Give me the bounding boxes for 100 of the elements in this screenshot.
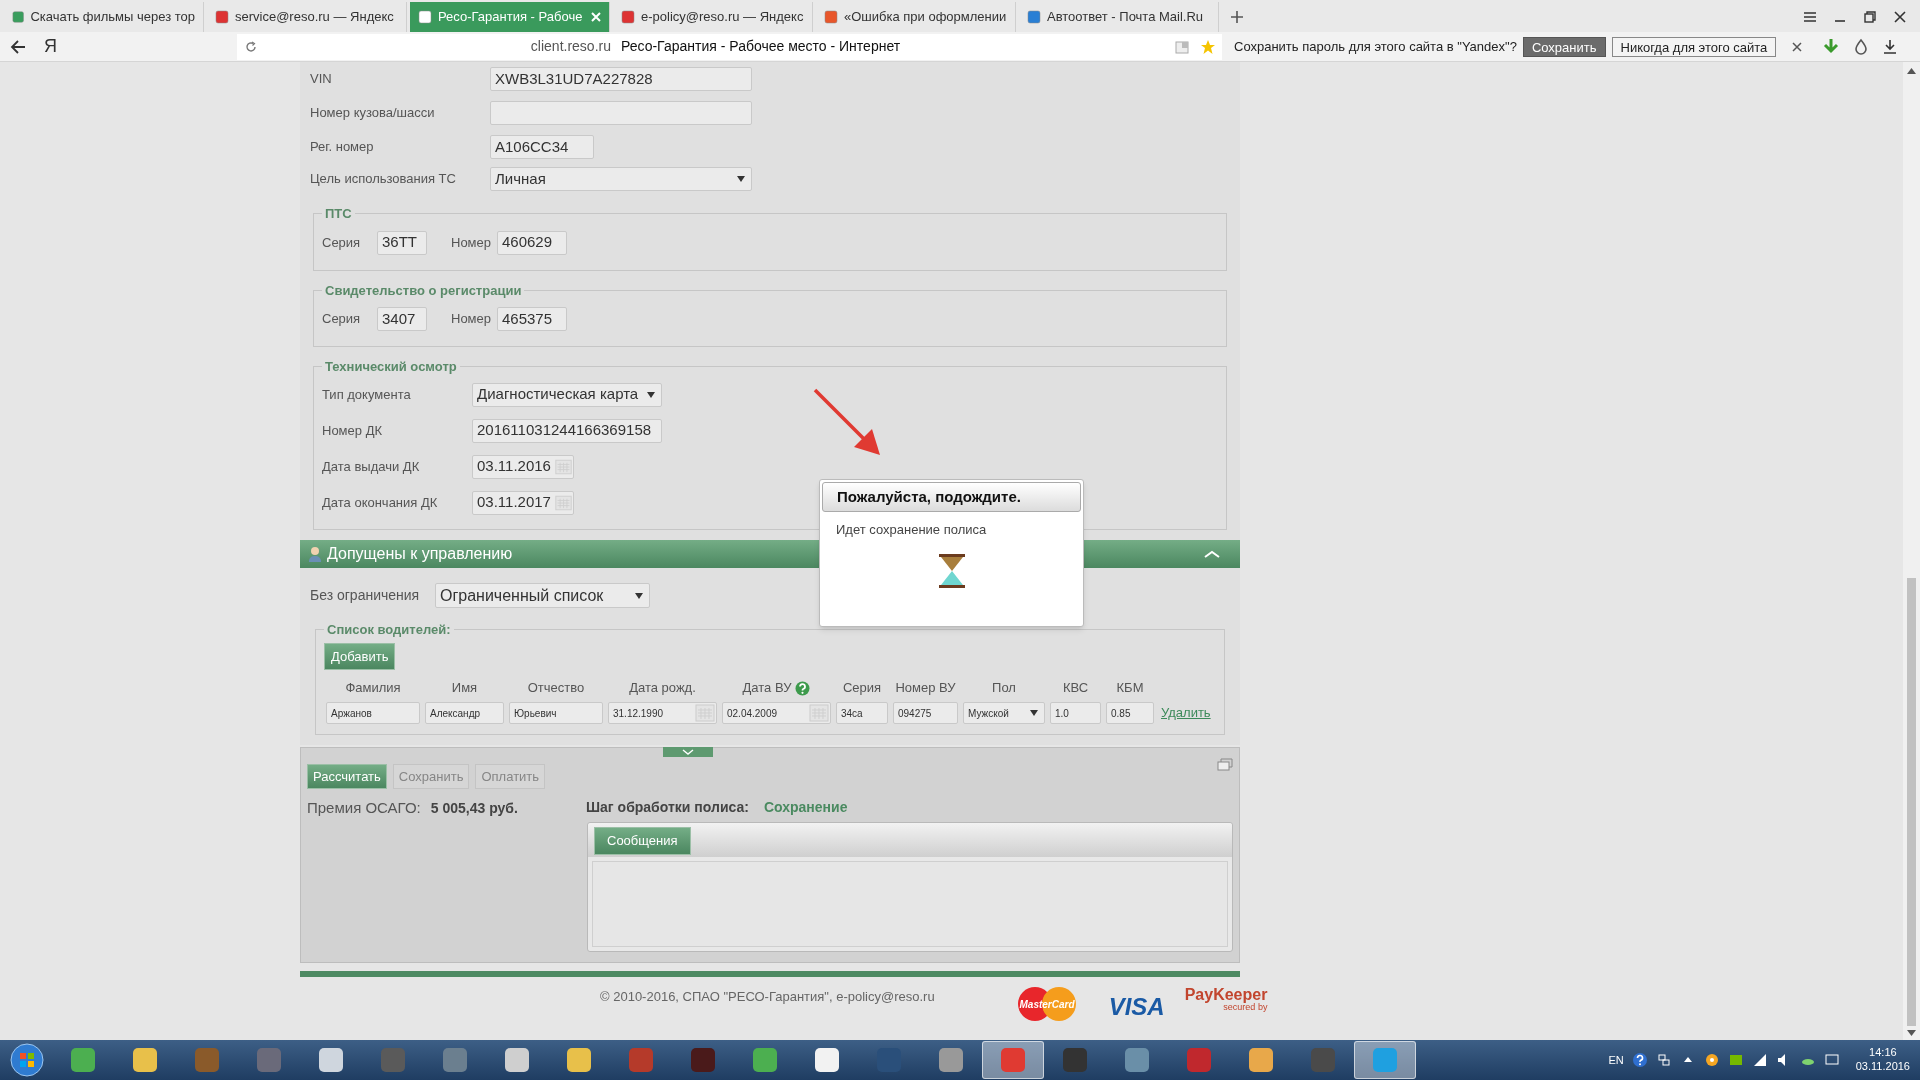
field-label: Цель использования ТС: [310, 170, 457, 189]
input-field[interactable]: [490, 101, 752, 125]
input-field[interactable]: 201611031244166369158: [472, 418, 662, 443]
input-field[interactable]: 1.0: [1050, 702, 1101, 724]
field-label: Рег. номер: [310, 138, 375, 157]
dropdown[interactable]: Личная: [490, 167, 752, 191]
app-icon: [813, 1046, 841, 1074]
password-prompt-text: Сохранить пароль для этого сайта в "Yandex"?: [1234, 37, 1517, 56]
back-icon[interactable]: [10, 39, 26, 54]
save-password-button[interactable]: Сохранить: [1522, 36, 1606, 57]
date-field[interactable]: 31.12.1990: [608, 702, 717, 724]
browser-tab[interactable]: Ресо-Гарантия - Рабоче: [410, 2, 610, 32]
date-field[interactable]: 03.11.2016: [472, 454, 574, 479]
app-icon: [937, 1046, 965, 1074]
column-header: Серия: [842, 679, 882, 698]
scroll-up-icon[interactable]: [1907, 68, 1916, 74]
dialog-title: Пожалуйста, подождите.: [822, 482, 1081, 512]
scroll-down-icon[interactable]: [1907, 1030, 1916, 1036]
collapse-tab[interactable]: [663, 747, 713, 757]
section-legend: Список водителей:: [324, 619, 454, 639]
restore-icon[interactable]: [1862, 9, 1878, 25]
graphics-icon[interactable]: [1727, 1052, 1744, 1068]
input-field[interactable]: Александр: [425, 702, 504, 724]
dropdown[interactable]: Диагностическая карта: [472, 382, 662, 407]
close-icon[interactable]: [1892, 9, 1908, 25]
copyright-text: © 2010-2016, СПАО "РЕСО-Гарантия", e-policy@reso.ru: [600, 988, 935, 1006]
downloads-icon[interactable]: [1882, 38, 1899, 55]
input-field[interactable]: Аржанов: [326, 702, 420, 724]
restore-window-icon[interactable]: [1217, 758, 1233, 771]
premium-value: 5 005,43 руб.: [430, 799, 518, 818]
menu-icon[interactable]: [1802, 9, 1818, 25]
field-label: Номер ДК: [322, 421, 383, 440]
network-icon[interactable]: [1655, 1052, 1672, 1068]
field-label: Номер: [451, 310, 492, 329]
input-field[interactable]: 094275: [893, 702, 958, 724]
clock-date[interactable]: 03.11.2016: [1855, 1060, 1910, 1074]
column-header: Номер ВУ: [895, 679, 956, 698]
field-label: Без ограничения: [310, 586, 421, 605]
app-icon: [999, 1046, 1027, 1074]
column-header: КВС: [1062, 679, 1089, 698]
input-field[interactable]: Юрьевич: [509, 702, 603, 724]
app-icon: [503, 1046, 531, 1074]
language-indicator[interactable]: EN: [1608, 1051, 1624, 1069]
input-field[interactable]: 0.85: [1106, 702, 1154, 724]
disc-icon[interactable]: [1703, 1052, 1720, 1068]
favicon-icon: [215, 10, 229, 24]
input-field[interactable]: 460629: [497, 230, 567, 255]
reload-icon[interactable]: [245, 40, 257, 53]
input-field[interactable]: 465375: [497, 307, 567, 331]
field-label: Дата окончания ДК: [322, 493, 439, 512]
field-label: Серия: [322, 233, 362, 252]
browser-logo[interactable]: Я: [44, 33, 57, 60]
app-icon: [875, 1046, 903, 1074]
clock-time[interactable]: 14:16: [1869, 1046, 1897, 1060]
favicon-icon: [621, 10, 635, 24]
field-label: Номер: [451, 233, 492, 252]
column-header: Имя: [451, 679, 478, 698]
favicon-icon: [824, 10, 838, 24]
paykeeper-logo: PayKeeper secured by: [1184, 987, 1268, 1012]
app-icon: [379, 1046, 407, 1074]
scrollbar[interactable]: [1903, 62, 1920, 1040]
address-field[interactable]: client.reso.ru Ресо-Гарантия - Рабочее место - Интернет: [237, 33, 1222, 60]
column-header: Дата ВУ: [742, 679, 792, 698]
close-icon[interactable]: [1792, 41, 1803, 52]
input-field[interactable]: А106СС34: [490, 135, 594, 159]
app-icon: [69, 1046, 97, 1074]
app-icon: [255, 1046, 283, 1074]
app-icon: [1309, 1046, 1337, 1074]
column-header: Фамилия: [345, 679, 401, 698]
section-legend: Свидетельство о регистрации: [322, 280, 525, 300]
date-field[interactable]: 02.04.2009: [722, 702, 831, 724]
hourglass-icon: [937, 553, 966, 588]
download-arrow-icon[interactable]: [1822, 37, 1841, 56]
date-field[interactable]: 03.11.2017: [472, 490, 574, 515]
input-field[interactable]: 36ТТ: [377, 230, 427, 255]
app-icon: [689, 1046, 717, 1074]
monitor-icon[interactable]: [1823, 1052, 1840, 1068]
app-icon: [441, 1046, 469, 1074]
step-label: Шаг обработки полиса:: [586, 798, 749, 817]
input-field[interactable]: XWB3L31UD7A227828: [490, 67, 752, 91]
dropdown[interactable]: Мужской: [963, 702, 1045, 724]
field-label: Тип документа: [322, 385, 412, 404]
dropdown[interactable]: Ограниченный список: [435, 583, 650, 608]
scroll-thumb[interactable]: [1907, 578, 1916, 1026]
help-icon[interactable]: [1631, 1052, 1648, 1068]
app-icon: [1247, 1046, 1275, 1074]
field-label: Серия: [322, 310, 362, 329]
visa-logo: VISA: [1108, 992, 1165, 1022]
new-tab-icon[interactable]: [1230, 10, 1244, 24]
input-field[interactable]: 3407: [377, 307, 427, 331]
star-icon[interactable]: [1200, 38, 1216, 55]
chevron-up-icon[interactable]: [1204, 548, 1220, 559]
start-button[interactable]: [10, 1043, 44, 1077]
field-label: VIN: [310, 70, 333, 89]
input-field[interactable]: 34са: [836, 702, 888, 724]
never-save-button[interactable]: Никогда для этого сайта: [1611, 36, 1777, 57]
app-icon: [1123, 1046, 1151, 1074]
column-header: Пол: [992, 679, 1016, 698]
chevron-down-icon: [682, 749, 694, 755]
app-icon: [1061, 1046, 1089, 1074]
